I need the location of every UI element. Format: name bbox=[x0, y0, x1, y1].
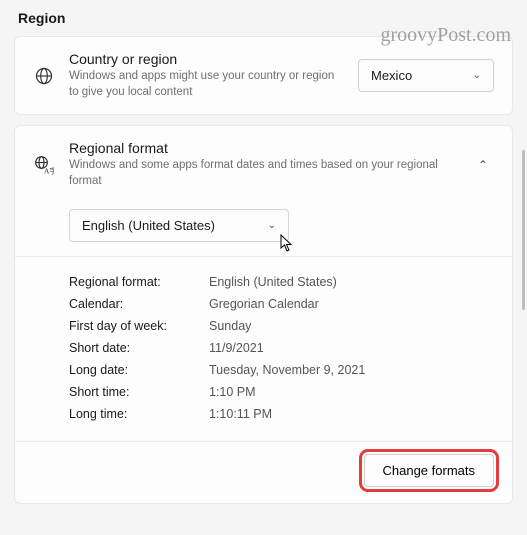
detail-row: Short date:11/9/2021 bbox=[69, 337, 494, 359]
regional-format-card: A字 Regional format Windows and some apps… bbox=[14, 125, 513, 504]
svg-text:A字: A字 bbox=[44, 165, 54, 175]
format-details: Regional format:English (United States) … bbox=[15, 257, 512, 441]
collapse-toggle[interactable]: ⌃ bbox=[472, 158, 494, 172]
detail-row: Calendar:Gregorian Calendar bbox=[69, 293, 494, 315]
country-select[interactable]: Mexico ⌄ bbox=[358, 59, 494, 92]
detail-row: Long time:1:10:11 PM bbox=[69, 403, 494, 425]
globe-icon bbox=[33, 66, 55, 86]
language-icon: A字 bbox=[33, 155, 55, 175]
chevron-down-icon: ⌄ bbox=[473, 70, 481, 81]
scrollbar[interactable] bbox=[522, 150, 525, 310]
detail-value: English (United States) bbox=[209, 275, 337, 289]
country-selected-value: Mexico bbox=[371, 68, 412, 83]
regional-format-select[interactable]: English (United States) ⌄ bbox=[69, 209, 289, 242]
detail-row: First day of week:Sunday bbox=[69, 315, 494, 337]
change-formats-button[interactable]: Change formats bbox=[364, 454, 495, 487]
detail-label: First day of week: bbox=[69, 319, 209, 333]
detail-value: Sunday bbox=[209, 319, 251, 333]
detail-label: Short date: bbox=[69, 341, 209, 355]
detail-value: 1:10:11 PM bbox=[209, 407, 272, 421]
chevron-up-icon: ⌃ bbox=[478, 158, 488, 172]
detail-row: Short time:1:10 PM bbox=[69, 381, 494, 403]
detail-label: Short time: bbox=[69, 385, 209, 399]
regional-selected-value: English (United States) bbox=[82, 218, 215, 233]
detail-row: Regional format:English (United States) bbox=[69, 271, 494, 293]
detail-value: 11/9/2021 bbox=[209, 341, 264, 355]
detail-label: Long time: bbox=[69, 407, 209, 421]
regional-heading: Regional format bbox=[69, 140, 458, 156]
chevron-down-icon: ⌄ bbox=[268, 220, 276, 231]
detail-value: 1:10 PM bbox=[209, 385, 256, 399]
detail-value: Tuesday, November 9, 2021 bbox=[209, 363, 365, 377]
page-title: Region bbox=[18, 10, 513, 26]
regional-sub: Windows and some apps format dates and t… bbox=[69, 158, 458, 189]
detail-row: Long date:Tuesday, November 9, 2021 bbox=[69, 359, 494, 381]
country-heading: Country or region bbox=[69, 51, 344, 67]
detail-label: Long date: bbox=[69, 363, 209, 377]
cursor-icon bbox=[280, 234, 294, 255]
detail-value: Gregorian Calendar bbox=[209, 297, 319, 311]
country-sub: Windows and apps might use your country … bbox=[69, 69, 344, 100]
country-region-card: Country or region Windows and apps might… bbox=[14, 36, 513, 115]
detail-label: Calendar: bbox=[69, 297, 209, 311]
detail-label: Regional format: bbox=[69, 275, 209, 289]
